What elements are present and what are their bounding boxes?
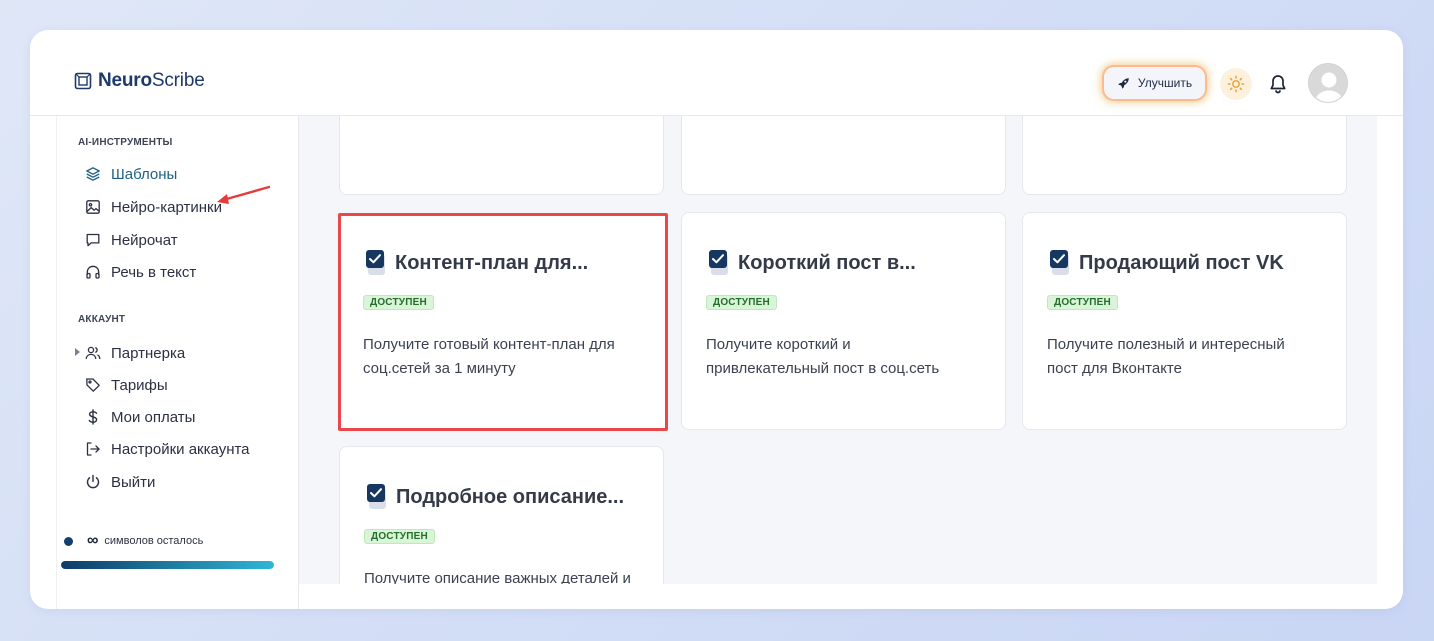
sidebar-item-label: Нейрочат (111, 231, 178, 249)
card-header: Контент-план для... (365, 249, 588, 277)
sidebar-item-account-settings[interactable]: Настройки аккаунта (85, 439, 250, 459)
template-card-partial[interactable] (1022, 116, 1347, 195)
sidebar-item-label: Нейро-картинки (111, 198, 222, 216)
checkbox-icon (1050, 250, 1069, 275)
card-description: Получите описание важных деталей и атмос… (364, 570, 631, 584)
avatar[interactable] (1308, 63, 1348, 103)
card-header: Продающий пост VK (1049, 249, 1284, 277)
templates-grid: Контент-план для... ДОСТУПЕН Получите го… (299, 116, 1377, 584)
users-icon (85, 345, 101, 361)
annotation-arrow (217, 185, 271, 204)
card-description: Получите готовый контент-план для соц.се… (363, 336, 615, 377)
app-window: NeuroScribe Улучшить AI-ИНСТРУМЕНТЫ Шабл… (30, 30, 1403, 609)
status-badge: ДОСТУПЕН (1047, 295, 1118, 310)
brand-logo[interactable]: NeuroScribe (74, 70, 205, 92)
headphones-icon (85, 264, 101, 280)
card-title: Короткий пост в... (738, 251, 916, 274)
status-dot (64, 536, 73, 546)
card-description: Получите короткий и привлекательный пост… (706, 336, 940, 377)
upgrade-button[interactable]: Улучшить (1104, 67, 1205, 99)
sidebar-item-partners[interactable]: Партнерка (75, 343, 186, 363)
power-icon (85, 474, 101, 490)
image-icon (85, 199, 101, 215)
template-card-short-post[interactable]: Короткий пост в... ДОСТУПЕН Получите кор… (681, 212, 1006, 430)
status-badge: ДОСТУПЕН (364, 529, 435, 544)
symbols-remaining: ∞ символов осталось (64, 533, 203, 549)
checkbox-icon (367, 484, 386, 509)
sidebar-item-label: Речь в текст (111, 263, 197, 281)
upgrade-label: Улучшить (1137, 76, 1193, 90)
symbols-label: символов осталось (104, 535, 204, 547)
template-card-partial[interactable] (339, 116, 664, 195)
layers-icon (85, 166, 101, 182)
brand-name: NeuroScribe (98, 70, 205, 91)
chat-icon (85, 232, 101, 248)
sidebar-item-label: Шаблоны (111, 165, 178, 183)
dollar-icon (85, 409, 101, 425)
card-title: Продающий пост VK (1079, 251, 1284, 274)
template-card-partial[interactable] (681, 116, 1006, 195)
infinity-symbol: ∞ (87, 532, 99, 549)
top-header: NeuroScribe Улучшить (30, 30, 1403, 116)
card-header: Подробное описание... (366, 483, 624, 511)
tag-icon (85, 377, 101, 393)
checkbox-icon (709, 250, 728, 275)
sidebar-item-label: Настройки аккаунта (111, 440, 250, 458)
section-title-tools: AI-ИНСТРУМЕНТЫ (78, 137, 173, 148)
status-badge: ДОСТУПЕН (363, 295, 434, 310)
sidebar-item-neurochat[interactable]: Нейрочат (85, 230, 178, 250)
card-title: Контент-план для... (395, 251, 589, 274)
checkbox-icon (366, 250, 385, 275)
status-badge: ДОСТУПЕН (706, 295, 777, 310)
sidebar-item-label: Тарифы (111, 376, 168, 394)
rocket-icon (1118, 77, 1129, 89)
logout-arrow-icon (85, 441, 101, 457)
sidebar-item-label: Партнерка (111, 344, 186, 362)
notifications-button[interactable] (1268, 73, 1288, 95)
template-card-detailed-description[interactable]: Подробное описание... ДОСТУПЕН Получите … (339, 446, 664, 584)
card-title: Подробное описание... (396, 485, 625, 508)
sidebar-item-my-payments[interactable]: Мои оплаты (85, 407, 195, 427)
sidebar-item-logout[interactable]: Выйти (85, 472, 155, 492)
bell-icon (1270, 75, 1286, 94)
symbols-progress-fill (61, 561, 274, 569)
logo-icon (74, 72, 92, 90)
theme-toggle[interactable] (1220, 68, 1252, 100)
sidebar-item-label: Выйти (111, 473, 156, 491)
symbols-progress-bar (61, 561, 274, 569)
sidebar-item-tariffs[interactable]: Тарифы (85, 375, 168, 395)
sun-icon (1227, 75, 1245, 93)
sidebar-item-templates[interactable]: Шаблоны (85, 164, 177, 184)
sidebar-item-speech-to-text[interactable]: Речь в текст (85, 262, 196, 282)
card-header: Короткий пост в... (708, 249, 916, 277)
user-avatar-icon (1309, 64, 1347, 102)
sidebar-item-neuro-images[interactable]: Нейро-картинки (85, 197, 222, 217)
template-card-selling-post-vk[interactable]: Продающий пост VK ДОСТУПЕН Получите поле… (1022, 212, 1347, 430)
sidebar-item-label: Мои оплаты (111, 408, 196, 426)
template-card-content-plan[interactable]: Контент-план для... ДОСТУПЕН Получите го… (338, 213, 668, 431)
card-description: Получите полезный и интересный пост для … (1047, 336, 1285, 377)
section-title-account: АККАУНТ (78, 314, 126, 325)
expand-caret-icon[interactable] (75, 348, 80, 356)
